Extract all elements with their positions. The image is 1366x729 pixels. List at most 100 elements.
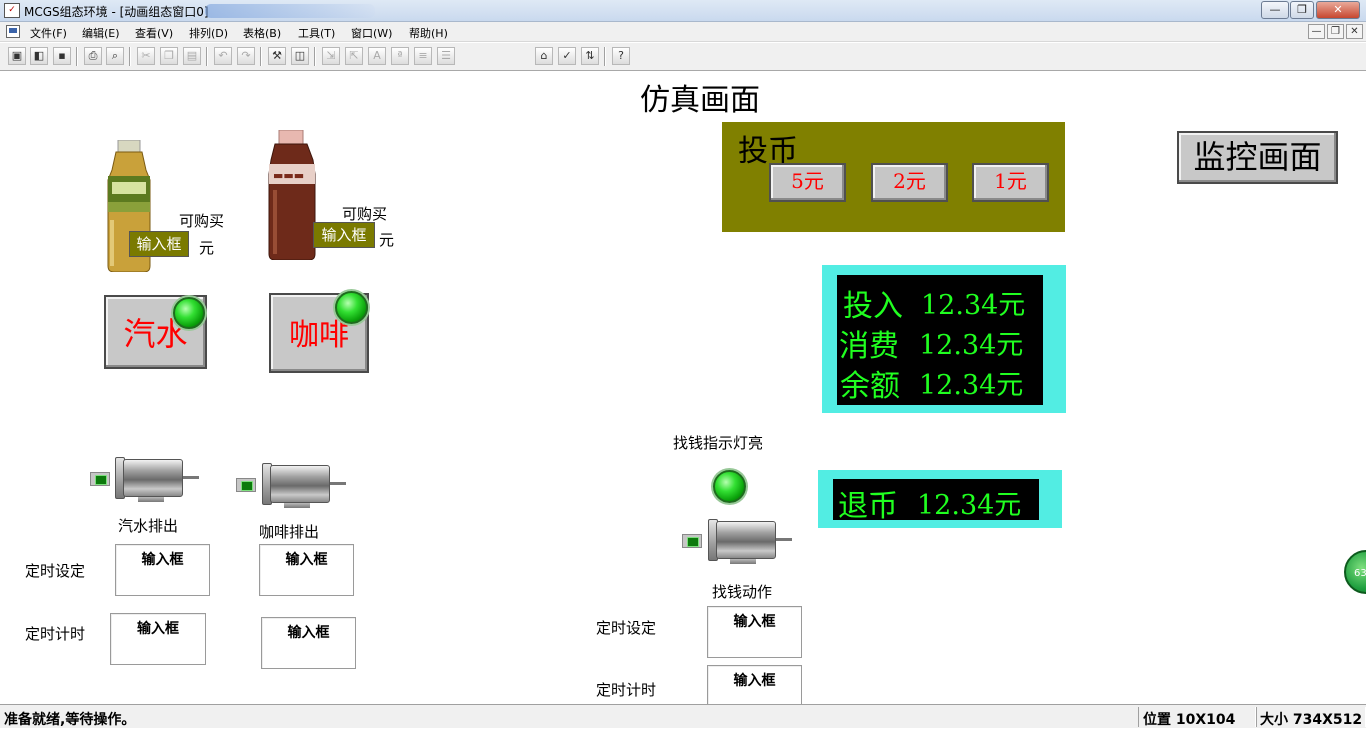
soda-motor-switch-icon[interactable] [90,472,110,486]
soda-unit-label: 元 [199,239,215,257]
coffee-price-input[interactable]: 输入框 [313,222,375,248]
change-indicator-lamp [713,470,746,503]
soda-timer-count-input[interactable]: 输入框 [110,613,206,665]
menu-tools[interactable]: 工具(T) [298,25,335,41]
document-icon[interactable] [6,25,20,38]
toolbar: ▣ ◧ ▪ ⎙ ⌕ ✂ ❐ ▤ ↶ ↷ ⚒ ◫ ⇲ ⇱ A ª ≡ ☰ ⌂ ✓ … [0,43,1366,71]
mdi-minimize-button[interactable]: — [1308,24,1325,39]
coffee-timer-set-input[interactable]: 输入框 [259,544,354,596]
toolbar-separator [76,47,78,66]
align-icon[interactable]: ⇲ [322,47,340,65]
close-button[interactable]: ✕ [1316,1,1360,19]
coffee-discharge-label: 咖啡排出 [259,523,320,541]
change-timer-set-label: 定时设定 [596,619,657,637]
floating-widget-badge: 63 [1354,568,1366,579]
grid-icon[interactable]: ≡ [414,47,432,65]
text-icon[interactable]: ª [391,47,409,65]
window-icon[interactable]: ▣ [8,47,26,65]
page-title: 仿真画面 [640,83,760,118]
coin-panel: 投币 5元 2元 1元 [722,122,1065,232]
menu-table[interactable]: 表格(B) [243,25,281,41]
consume-value: 12.34元 [919,330,1024,361]
refund-label: 退币 [838,489,898,524]
menu-window[interactable]: 窗口(W) [351,25,392,41]
menu-help[interactable]: 帮助(H) [409,25,448,41]
soda-indicator-lamp [173,297,205,329]
coffee-can-buy-label: 可购买 [342,205,388,223]
redo-icon[interactable]: ↷ [237,47,255,65]
change-motor-shaft [776,538,792,541]
object-icon[interactable]: ⌂ [535,47,553,65]
change-timer-count-label: 定时计时 [596,681,657,699]
paste-icon[interactable]: ▤ [183,47,201,65]
menu-view[interactable]: 查看(V) [135,25,173,41]
align2-icon[interactable]: ⇱ [345,47,363,65]
money-display-screen: 投入 12.34元 消费 12.34元 余额 12.34元 [837,275,1043,405]
maximize-button[interactable]: ❐ [1290,1,1314,19]
change-timer-set-value: 输入框 [733,614,776,630]
animation-canvas: 仿真画面 可购买 输入框 元 ▬▬▬ 可购买 输入框 元 汽水 咖啡 汽水排出 … [0,72,1366,704]
change-motor-foot [730,559,756,564]
coin-1-button[interactable]: 1元 [972,163,1049,202]
floating-widget-icon[interactable]: 63 [1344,550,1366,594]
sort-icon[interactable]: ⇅ [581,47,599,65]
save-icon[interactable]: ▪ [53,47,71,65]
status-size: 大小 734X512 [1260,712,1363,728]
font-icon[interactable]: A [368,47,386,65]
toolbar-separator [206,47,208,66]
coffee-timer-count-input[interactable]: 输入框 [261,617,356,669]
undo-icon[interactable]: ↶ [214,47,232,65]
refund-display-screen: 退币 12.34元 [833,479,1039,524]
coffee-unit-label: 元 [379,231,395,249]
animation-icon[interactable]: ◧ [30,47,48,65]
print-preview-icon[interactable]: ⌕ [106,47,124,65]
status-position: 位置 10X104 [1143,712,1236,728]
soda-price-input[interactable]: 输入框 [129,231,189,257]
soda-timer-set-value: 输入框 [141,552,184,568]
properties-icon[interactable]: ◫ [291,47,309,65]
coin-2-button[interactable]: 2元 [871,163,948,202]
menu-arrange[interactable]: 排列(D) [189,25,228,41]
soda-motor-shaft [183,476,199,479]
coffee-button-label: 咖啡 [289,318,349,353]
timer-set-label: 定时设定 [25,562,86,580]
change-motor-switch-icon[interactable] [682,534,702,548]
monitor-screen-button[interactable]: 监控画面 [1177,131,1338,184]
timer-count-label: 定时计时 [25,625,86,643]
toolbar-separator [314,47,316,66]
coffee-motor-shaft [330,482,346,485]
change-timer-set-input[interactable]: 输入框 [707,606,802,658]
minimize-button[interactable]: — [1261,1,1289,19]
coffee-indicator-lamp [335,291,368,324]
change-action-label: 找钱动作 [712,583,773,601]
tools-icon[interactable]: ⚒ [268,47,286,65]
mdi-restore-button[interactable]: ❐ [1327,24,1344,39]
coin-5-button[interactable]: 5元 [769,163,846,202]
coffee-timer-set-value: 输入框 [285,552,328,568]
menu-file[interactable]: 文件(F) [30,25,67,41]
coffee-timer-count-value: 输入框 [287,625,330,641]
title-highlight [205,4,375,18]
deposit-label: 投入 [843,289,903,324]
soda-timer-set-input[interactable]: 输入框 [115,544,210,596]
print-icon[interactable]: ⎙ [84,47,102,65]
menu-bar: 文件(F) 编辑(E) 查看(V) 排列(D) 表格(B) 工具(T) 窗口(W… [0,22,1366,42]
title-bar: ✓ MCGS组态环境 - [动画组态窗口0] — ❐ ✕ [0,0,1366,22]
list-icon[interactable]: ☰ [437,47,455,65]
change-timer-count-input[interactable]: 输入框 [707,665,802,704]
money-display-frame: 投入 12.34元 消费 12.34元 余额 12.34元 [822,265,1066,413]
menu-edit[interactable]: 编辑(E) [82,25,120,41]
refund-value: 12.34元 [917,490,1022,521]
toolbar-separator [129,47,131,66]
soda-motor-foot [138,497,164,502]
help-icon[interactable]: ? [612,47,630,65]
cut-icon[interactable]: ✂ [137,47,155,65]
check-icon[interactable]: ✓ [558,47,576,65]
soda-motor-icon [123,459,183,497]
mdi-close-button[interactable]: ✕ [1346,24,1363,39]
coffee-motor-switch-icon[interactable] [236,478,256,492]
status-bar: 准备就绪,等待操作。 位置 10X104 大小 734X512 [0,704,1366,728]
soda-can-buy-label: 可购买 [179,212,225,230]
refund-display-frame: 退币 12.34元 [818,470,1062,528]
copy-icon[interactable]: ❐ [160,47,178,65]
